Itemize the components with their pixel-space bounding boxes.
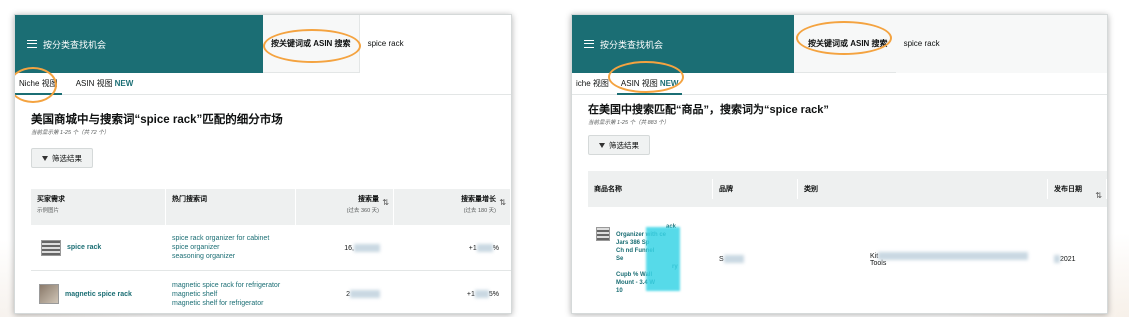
col-label: 搜索量增长	[461, 196, 496, 203]
redaction	[723, 255, 744, 263]
col-product-name[interactable]: 商品名称	[588, 179, 713, 199]
product-thumbnail	[596, 227, 610, 241]
volume-cell: 2	[296, 290, 394, 298]
sort-icon[interactable]: ⇅	[499, 198, 506, 207]
page-title: 美国商城中与搜索词“spice rack”匹配的细分市场	[31, 114, 283, 126]
menu-icon[interactable]	[584, 40, 594, 48]
search-terms-cell: spice rack organizer for cabinet spice o…	[166, 234, 296, 261]
filter-icon	[599, 142, 605, 148]
highlight-circle-niche-tab	[15, 67, 57, 103]
niche-cell: spice rack	[31, 239, 166, 256]
col-search-volume-growth[interactable]: 搜索量增长 (过去 180 天) ⇅	[394, 189, 511, 225]
tab-label: ASIN 视图	[75, 79, 113, 88]
niche-cell: magnetic spice rack	[31, 284, 166, 304]
redaction	[354, 243, 380, 252]
niche-link[interactable]: magnetic spice rack	[65, 291, 132, 298]
volume-cell: 16,	[296, 243, 394, 252]
date-cell: 2021	[1048, 255, 1107, 263]
redaction	[476, 243, 493, 252]
col-sub: (过去 180 天)	[463, 208, 496, 214]
search-terms-cell: magnetic spice rack for refrigerator mag…	[166, 281, 296, 308]
table-header: 商品名称 品牌 类别 发布日期 ⇅	[588, 171, 1107, 207]
filter-icon	[42, 155, 48, 161]
niche-link[interactable]: spice rack	[67, 244, 101, 251]
search-term-link[interactable]: magnetic shelf	[172, 290, 290, 299]
search-input[interactable]: spice rack	[358, 15, 511, 73]
redaction	[474, 290, 489, 298]
col-label: 商品名称	[594, 186, 622, 193]
highlight-circle-search-mode	[796, 21, 892, 55]
col-label: 发布日期	[1054, 186, 1082, 193]
col-release-date[interactable]: 发布日期 ⇅	[1048, 179, 1107, 200]
product-cell: ack Organizer with ce Jars 386 Sp Ch nd …	[588, 223, 713, 295]
col-label: 买家需求	[37, 196, 65, 203]
view-tabs: Niche 视图 ASIN 视图 NEW	[15, 73, 511, 95]
filter-label: 筛选结果	[609, 140, 639, 150]
highlight-circle-asin-tab	[608, 61, 684, 93]
table-row: ack Organizer with ce Jars 386 Sp Ch nd …	[588, 207, 1107, 311]
growth-cell: +1%	[394, 243, 511, 252]
result-count: 当前显示第 1-25 个（共 883 个）	[588, 120, 670, 126]
search-term-link[interactable]: magnetic spice rack for refrigerator	[172, 281, 290, 290]
brand-bar: 按分类查找机会	[15, 15, 263, 73]
product-thumbnail	[39, 284, 59, 304]
filter-results-button[interactable]: 筛选结果	[588, 135, 650, 155]
page-title: 在美国中搜索匹配“商品”，搜索词为“spice rack”	[588, 104, 829, 116]
search-term-link[interactable]: spice rack organizer for cabinet	[172, 234, 290, 243]
redaction	[350, 290, 380, 298]
brand-bar: 按分类查找机会	[572, 15, 794, 73]
growth-value: +1	[468, 244, 477, 252]
niche-view-screenshot: 按分类查找机会 按关键词或 ASIN 搜索 spice rack Niche 视…	[14, 14, 512, 314]
col-label: 品牌	[719, 186, 733, 193]
volume-value: 16,	[344, 244, 354, 252]
growth-value: +1	[466, 290, 475, 298]
brand-title: 按分类查找机会	[43, 39, 107, 50]
col-label: 类别	[804, 186, 818, 193]
search-input[interactable]: spice rack	[895, 15, 1107, 73]
product-thumbnail	[41, 239, 61, 256]
table-row: magnetic spice rack magnetic spice rack …	[31, 271, 511, 313]
tab-niche-view[interactable]: iche 视图	[572, 78, 613, 94]
sort-icon[interactable]: ⇅	[1095, 191, 1102, 200]
brand-title: 按分类查找机会	[600, 39, 664, 50]
sort-icon[interactable]: ⇅	[382, 198, 389, 207]
tab-label: iche 视图	[576, 79, 609, 88]
growth-suffix: %	[492, 244, 499, 252]
new-badge: NEW	[114, 79, 134, 88]
search-term-link[interactable]: spice organizer	[172, 243, 290, 252]
redaction	[646, 227, 680, 291]
redaction	[1054, 255, 1060, 263]
col-sub: 示例图片	[37, 208, 60, 214]
filter-results-button[interactable]: 筛选结果	[31, 148, 93, 168]
col-search-volume[interactable]: 搜索量 (过去 360 天) ⇅	[296, 189, 394, 225]
result-count: 当前显示第 1-25 个（共 72 个）	[31, 130, 110, 136]
asin-view-screenshot: 按分类查找机会 按关键词或 ASIN 搜索 spice rack iche 视图…	[571, 14, 1108, 314]
category-value: Tools	[870, 259, 887, 267]
category-cell: KitTools	[798, 251, 1048, 267]
filter-label: 筛选结果	[52, 153, 82, 163]
col-top-search-terms[interactable]: 热门搜索词	[166, 189, 296, 225]
table-row: spice rack spice rack organizer for cabi…	[31, 225, 511, 271]
date-value: 2021	[1060, 255, 1076, 263]
brand-cell: S	[713, 255, 798, 263]
col-label: 热门搜索词	[172, 196, 207, 203]
search-term-link[interactable]: magnetic shelf for refrigerator	[172, 299, 290, 308]
tab-asin-view[interactable]: ASIN 视图 NEW	[72, 78, 138, 94]
col-label: 搜索量	[358, 196, 379, 203]
table-header: 买家需求 示例图片 热门搜索词 搜索量 (过去 360 天) ⇅ 搜索量增长 (…	[31, 189, 511, 225]
product-title-link[interactable]: ack Organizer with ce Jars 386 Sp Ch nd …	[616, 223, 707, 295]
redaction	[878, 251, 1029, 260]
highlight-circle-search-mode	[263, 29, 361, 63]
col-category[interactable]: 类别	[798, 179, 1048, 199]
menu-icon[interactable]	[27, 40, 37, 48]
col-brand[interactable]: 品牌	[713, 179, 798, 199]
growth-cell: +1 5%	[394, 290, 511, 298]
col-sub: (过去 360 天)	[346, 208, 379, 214]
col-buyer-demand[interactable]: 买家需求 示例图片	[31, 189, 166, 225]
search-term-link[interactable]: seasoning organizer	[172, 252, 290, 261]
growth-suffix: 5%	[488, 290, 499, 298]
category-value: Kit	[870, 252, 879, 260]
